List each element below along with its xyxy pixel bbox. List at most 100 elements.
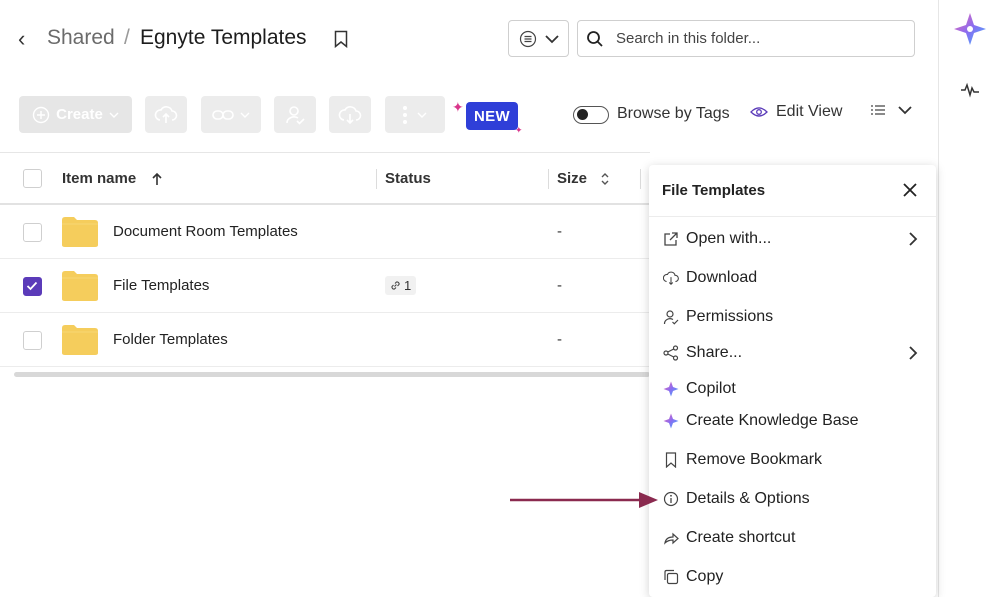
- row-checkbox[interactable]: [23, 277, 42, 296]
- file-table: Item name Status Size Document Room Temp…: [0, 152, 650, 367]
- row-checkbox[interactable]: [23, 223, 42, 242]
- edit-view-button[interactable]: Edit View: [750, 103, 842, 121]
- link-icon: [212, 109, 234, 120]
- egnyte-file-browser: ‹ Shared / Egnyte Templates Create: [0, 0, 999, 597]
- right-sidebar: [938, 0, 999, 597]
- share-link-button[interactable]: [201, 96, 261, 133]
- sort-toggle-icon[interactable]: [600, 171, 610, 187]
- column-status[interactable]: Status: [385, 170, 431, 187]
- menu-item-label: Create shortcut: [686, 529, 796, 546]
- table-row[interactable]: File Templates 1 -: [0, 259, 650, 313]
- search-icon: [587, 30, 603, 47]
- download-button[interactable]: [329, 96, 371, 133]
- sort-ascending-icon[interactable]: [151, 172, 163, 186]
- breadcrumb-shared[interactable]: Shared: [47, 26, 115, 50]
- eye-icon: [750, 107, 768, 117]
- copy-icon: [664, 569, 679, 585]
- list-icon: [871, 105, 885, 115]
- checkmark-icon: [26, 281, 38, 291]
- menu-item-permissions[interactable]: Permissions: [649, 302, 936, 332]
- activity-icon[interactable]: [960, 80, 980, 100]
- chevron-down-icon: [417, 112, 427, 118]
- browse-by-tags-toggle[interactable]: [573, 106, 609, 124]
- cloud-download-icon: [663, 271, 679, 285]
- more-actions-button[interactable]: [385, 96, 445, 133]
- cloud-upload-icon: [154, 105, 178, 123]
- menu-item-share[interactable]: Share...: [649, 338, 936, 368]
- shared-link-badge[interactable]: 1: [385, 276, 417, 295]
- search-input[interactable]: [616, 30, 896, 47]
- create-label: Create: [56, 106, 103, 123]
- menu-item-label: Download: [686, 269, 758, 286]
- bookmark-icon[interactable]: [334, 30, 348, 48]
- chevron-right-icon: [909, 232, 918, 246]
- list-view-icon: [519, 30, 536, 47]
- column-divider[interactable]: [376, 169, 377, 189]
- chevron-right-icon: [909, 346, 918, 360]
- more-vertical-icon: [403, 105, 407, 124]
- menu-item-label: Open with...: [686, 230, 772, 247]
- menu-item-label: Permissions: [686, 308, 774, 325]
- menu-item-copy[interactable]: Copy: [649, 562, 936, 592]
- close-icon[interactable]: [902, 182, 918, 198]
- cloud-download-icon: [338, 105, 362, 124]
- search-box[interactable]: [577, 20, 915, 57]
- menu-item-label: Remove Bookmark: [686, 451, 823, 468]
- table-row[interactable]: Document Room Templates -: [0, 205, 650, 259]
- user-check-icon: [286, 105, 305, 125]
- create-button[interactable]: Create: [19, 96, 132, 133]
- external-link-icon: [664, 232, 678, 246]
- header: ‹ Shared / Egnyte Templates: [0, 0, 938, 80]
- new-badge[interactable]: NEW: [466, 102, 518, 130]
- folder-icon: [62, 325, 98, 355]
- context-menu-title: File Templates: [662, 182, 766, 199]
- share-icon: [663, 345, 679, 361]
- link-icon: [391, 281, 400, 290]
- menu-item-details-options[interactable]: Details & Options: [649, 484, 936, 514]
- permissions-button[interactable]: [274, 96, 316, 133]
- list-options-dropdown[interactable]: [870, 104, 912, 116]
- sparkle-icon: [663, 381, 679, 397]
- info-icon: [663, 491, 679, 507]
- view-mode-dropdown[interactable]: [508, 20, 569, 57]
- file-name[interactable]: File Templates: [113, 277, 209, 294]
- column-item-name[interactable]: Item name: [62, 170, 136, 187]
- chevron-down-icon: [544, 34, 559, 43]
- menu-item-remove-bookmark[interactable]: Remove Bookmark: [649, 445, 936, 475]
- menu-item-label: Copy: [686, 568, 724, 585]
- file-name[interactable]: Document Room Templates: [113, 223, 298, 240]
- menu-item-label: Details & Options: [686, 490, 810, 507]
- user-check-icon: [663, 310, 679, 325]
- row-checkbox[interactable]: [23, 331, 42, 350]
- column-divider[interactable]: [640, 169, 641, 189]
- shared-link-count: 1: [404, 278, 412, 293]
- table-header: Item name Status Size: [0, 152, 650, 205]
- menu-item-label: Copilot: [686, 380, 736, 397]
- horizontal-scrollbar[interactable]: [14, 372, 650, 377]
- back-chevron-icon[interactable]: ‹: [18, 28, 34, 50]
- browse-by-tags-label[interactable]: Browse by Tags: [617, 105, 730, 123]
- context-menu-header: File Templates: [649, 165, 936, 217]
- column-size[interactable]: Size: [557, 170, 587, 187]
- file-name[interactable]: Folder Templates: [113, 331, 228, 348]
- annotation-arrow-icon: [510, 492, 658, 508]
- menu-item-create-knowledge-base[interactable]: Create Knowledge Base: [649, 406, 936, 436]
- chevron-down-icon: [240, 112, 250, 118]
- folder-icon: [62, 217, 98, 247]
- folder-icon: [62, 271, 98, 301]
- menu-item-open-with[interactable]: Open with...: [649, 224, 936, 254]
- menu-item-create-shortcut[interactable]: Create shortcut: [649, 523, 936, 553]
- copilot-icon[interactable]: [953, 12, 987, 46]
- chevron-down-icon: [898, 106, 912, 115]
- menu-item-copilot[interactable]: Copilot: [649, 374, 936, 404]
- bookmark-icon: [665, 452, 677, 468]
- table-row[interactable]: Folder Templates -: [0, 313, 650, 367]
- menu-item-label: Share...: [686, 344, 743, 361]
- column-divider[interactable]: [548, 169, 549, 189]
- menu-item-download[interactable]: Download: [649, 263, 936, 293]
- upload-button[interactable]: [145, 96, 187, 133]
- breadcrumb-separator: /: [124, 26, 130, 49]
- edit-view-label: Edit View: [776, 103, 843, 120]
- shortcut-icon: [664, 532, 679, 545]
- select-all-checkbox[interactable]: [23, 169, 42, 188]
